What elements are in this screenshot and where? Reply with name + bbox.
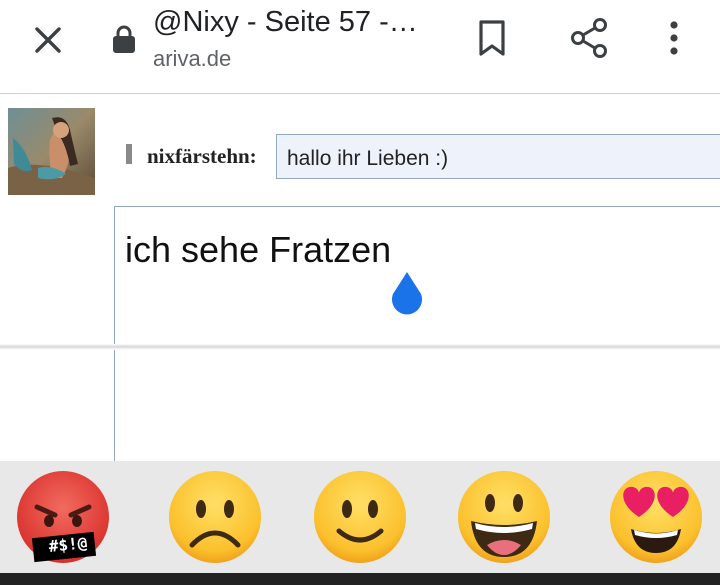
emoji-suggestion-smile[interactable] — [311, 469, 409, 565]
bookmark-button[interactable] — [470, 14, 514, 62]
close-tab-button[interactable] — [26, 18, 70, 62]
share-icon — [571, 18, 607, 58]
page-title: @Nixy - Seite 57 -… — [153, 6, 418, 38]
content-divider — [0, 344, 720, 350]
browser-top-bar: @Nixy - Seite 57 -… ariva.de — [0, 0, 720, 94]
close-icon — [35, 27, 61, 53]
username-label: nixfärstehn: — [147, 144, 257, 168]
emoji-suggestion-bar: #$!@ — [0, 461, 720, 573]
emoji-suggestion-grin[interactable] — [455, 469, 553, 565]
lock-icon — [113, 25, 135, 53]
user-status-indicator — [126, 144, 132, 164]
heart-eyes-face-icon — [610, 471, 702, 563]
grinning-face-icon — [458, 471, 550, 563]
overflow-menu-button[interactable] — [652, 14, 696, 62]
user-avatar — [8, 108, 95, 195]
share-button[interactable] — [565, 14, 613, 62]
page-domain: ariva.de — [153, 46, 232, 71]
slightly-smiling-face-icon — [314, 471, 406, 563]
emoji-suggestion-heart-eyes[interactable] — [607, 469, 705, 565]
navigation-bar-edge — [0, 573, 720, 585]
emoji-suggestion-frown[interactable] — [166, 469, 264, 565]
subject-input[interactable]: hallo ihr Lieben :) — [276, 134, 720, 179]
text-cursor-handle-icon[interactable] — [386, 270, 428, 322]
bookmark-icon — [479, 20, 505, 56]
more-vert-icon — [670, 21, 678, 55]
frowning-face-icon — [169, 471, 261, 563]
emoji-suggestion-angry[interactable]: #$!@ — [15, 469, 113, 565]
message-textarea[interactable]: ich sehe Fratzen — [114, 206, 720, 476]
